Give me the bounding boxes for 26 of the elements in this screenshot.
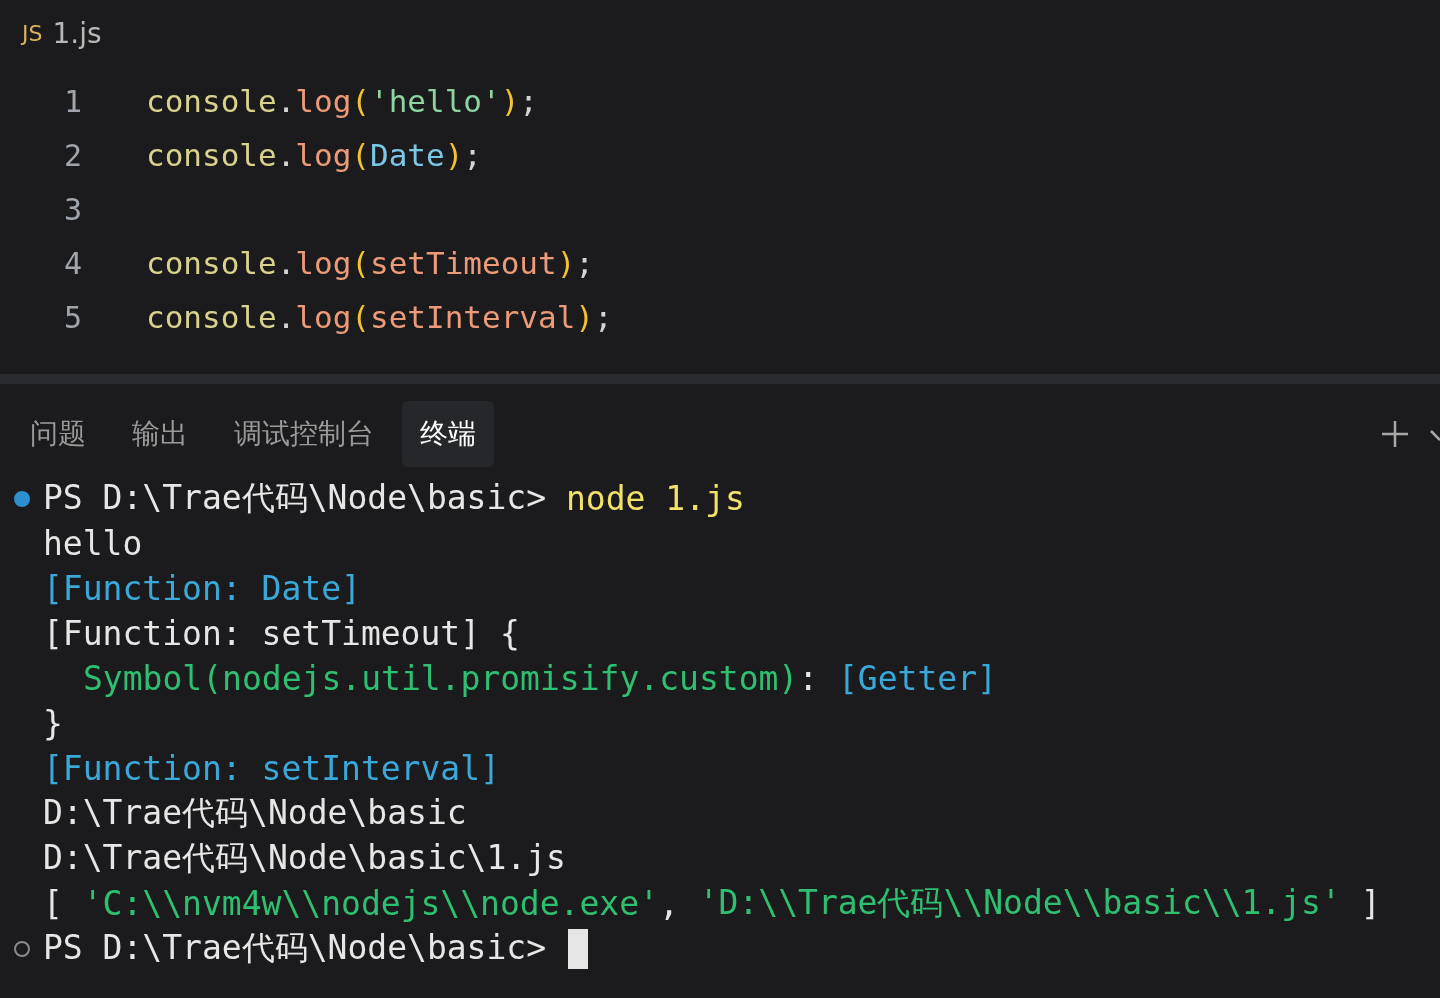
terminal-line: [ 'C:\\nvm4w\\nodejs\\node.exe', 'D:\\Trae代码\\Node\\basic\\1.js' ] [43, 882, 1381, 925]
terminal-line: D:\Trae代码\Node\basic\1.js [43, 837, 566, 879]
line-number: 1 [62, 83, 83, 119]
code-line: console.log('hello'); [146, 83, 538, 119]
panel-tab[interactable]: 调试控制台 [216, 401, 392, 467]
code-line: console.log(setTimeout); [146, 245, 594, 281]
file-type-label: JS [22, 20, 43, 46]
line-number: 2 [62, 137, 83, 173]
terminal-line: [Function: setTimeout] { [43, 614, 520, 653]
code-line: console.log(setInterval); [146, 299, 613, 335]
line-number: 5 [62, 299, 83, 335]
terminal-line: PS D:\Trae代码\Node\basic> node 1.js [43, 477, 745, 520]
terminal-line: hello [43, 524, 143, 563]
terminal-line: Symbol(nodejs.util.promisify.custom): [Getter] [82, 659, 997, 698]
terminal-line: [Function: setInterval] [43, 749, 500, 788]
panel-tab[interactable]: 问题 [12, 401, 104, 467]
terminal-line: } [43, 704, 63, 743]
file-tab[interactable]: 1.js [52, 16, 102, 50]
line-number: 4 [62, 245, 83, 281]
terminal-line: PS D:\Trae代码\Node\basic> [43, 926, 588, 971]
panel-tab[interactable]: 输出 [114, 401, 206, 467]
line-number: 3 [62, 191, 83, 227]
terminal-line: D:\Trae代码\Node\basic [43, 792, 467, 834]
panel-tab[interactable]: 终端 [402, 401, 494, 467]
terminal-line: [Function: Date] [43, 569, 361, 608]
code-line: console.log(Date); [146, 137, 482, 173]
